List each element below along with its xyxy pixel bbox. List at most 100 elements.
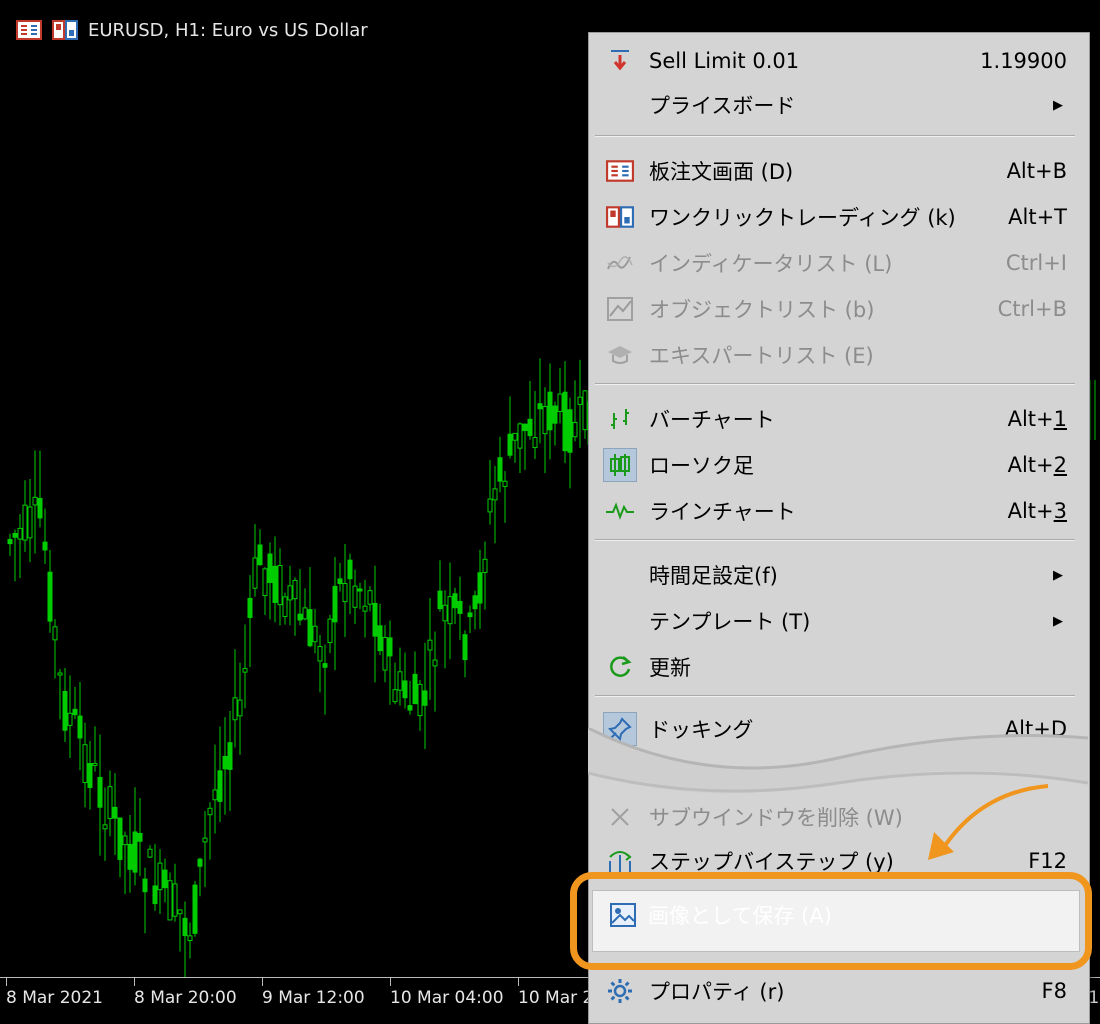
menu-separator: [595, 135, 1075, 137]
candle-body: [87, 763, 93, 789]
menu-item-price-board[interactable]: プライスボード ▶: [589, 85, 1089, 125]
candle-body: [77, 715, 83, 739]
candle-body: [577, 396, 583, 405]
menu-item-properties[interactable]: プロパティ (r) F8: [589, 971, 1089, 1011]
candle-body: [277, 565, 283, 606]
x-tick: [518, 978, 519, 986]
candle-body: [507, 433, 513, 456]
x-axis-label: 10 Mar 2: [518, 988, 594, 1008]
candle-body: [422, 690, 428, 706]
menu-item-label: ローソク足: [649, 454, 754, 478]
candle-body: [417, 683, 423, 717]
candle-body: [82, 744, 88, 784]
menu-separator: [595, 383, 1075, 385]
menu-item-order-book[interactable]: 板注文画面 (D) Alt+B: [589, 151, 1089, 191]
menu-item-indicator-list: インディケータリスト (L) Ctrl+I: [589, 243, 1089, 283]
candle-body: [212, 789, 218, 801]
menu-item-timeframe[interactable]: 時間足設定(f) ▶: [589, 555, 1089, 595]
candle-body: [237, 699, 243, 717]
menu-item-line-chart[interactable]: ラインチャート Alt+3: [589, 491, 1089, 531]
menu-item-one-click-trading[interactable]: ワンクリックトレーディング (k) Alt+T: [589, 197, 1089, 237]
candlestick-icon: [603, 448, 637, 482]
sell-limit-icon: [603, 44, 637, 78]
menu-separator: [595, 539, 1075, 541]
candle-body: [252, 557, 258, 589]
candle-body: [492, 488, 498, 501]
candle-body: [402, 680, 408, 699]
menu-item-shortcut: Ctrl+I: [1005, 251, 1067, 275]
menu-item-label: エキスパートリスト (E): [649, 344, 874, 368]
candle-body: [312, 625, 318, 643]
menu-item-shortcut: Alt+2: [1007, 453, 1067, 477]
candle-body: [182, 917, 188, 937]
candle-body: [487, 498, 493, 513]
menu-item-label: インディケータリスト (L): [649, 252, 893, 276]
candle-body: [372, 602, 378, 637]
candle-body: [407, 705, 413, 711]
menu-item-template[interactable]: テンプレート (T) ▶: [589, 601, 1089, 641]
bar-chart-icon: [603, 402, 637, 436]
candle-body: [132, 831, 138, 873]
candle-body: [367, 590, 373, 605]
order-book-icon: [603, 154, 637, 188]
candle-body: [412, 673, 418, 705]
candle-body: [317, 646, 323, 662]
candle-body: [127, 843, 133, 870]
candle-body: [102, 824, 108, 830]
candle-body: [462, 634, 468, 661]
menu-item-candlestick[interactable]: ローソク足 Alt+2: [589, 445, 1089, 485]
candle-body: [537, 403, 543, 410]
candle-body: [47, 571, 53, 622]
menu-item-label: 板注文画面 (D): [649, 160, 794, 184]
one-click-trading-icon[interactable]: [52, 19, 78, 41]
candle-body: [517, 423, 523, 449]
candle-body: [302, 607, 308, 620]
candle-body: [427, 639, 433, 651]
x-tick: [262, 978, 263, 986]
candle-body: [557, 393, 563, 412]
menu-item-sell-limit[interactable]: Sell Limit 0.01 1.19900: [589, 41, 1089, 81]
candle-body: [437, 590, 443, 610]
refresh-icon: [603, 650, 637, 684]
candle-body: [217, 770, 223, 802]
candle-body: [197, 858, 203, 867]
menu-item-bar-chart[interactable]: バーチャート Alt+1: [589, 399, 1089, 439]
candle-body: [37, 497, 43, 519]
menu-item-label: テンプレート (T): [649, 610, 811, 634]
candle-body: [347, 559, 353, 580]
candle-body: [52, 626, 58, 641]
menu-item-refresh[interactable]: 更新: [589, 647, 1089, 687]
submenu-arrow-icon: ▶: [1053, 97, 1063, 113]
menu-item-shortcut: 1.19900: [980, 49, 1067, 73]
candle-body: [572, 421, 578, 438]
x-axis-label: 8 Mar 2021: [6, 988, 103, 1008]
candle-body: [57, 672, 63, 676]
candle-body: [17, 527, 23, 540]
candle-body: [107, 786, 113, 819]
candle-body: [442, 604, 448, 622]
menu-item-shortcut: Alt+T: [1008, 205, 1067, 229]
candle-body: [472, 595, 478, 610]
candle-body: [352, 585, 358, 608]
candle-body: [322, 663, 328, 668]
candle-body: [532, 437, 538, 449]
menu-separator: [595, 695, 1075, 697]
candle-body: [512, 432, 518, 441]
x-tick: [390, 978, 391, 986]
candle-body: [32, 496, 38, 506]
candle-body: [497, 457, 503, 482]
candle-body: [522, 423, 528, 432]
candle-body: [192, 884, 198, 934]
candle-body: [72, 708, 78, 716]
candle-body: [387, 637, 393, 657]
menu-item-label: オブジェクトリスト (b): [649, 298, 875, 322]
menu-item-shortcut: Alt+3: [1007, 499, 1067, 523]
gear-icon: [603, 974, 637, 1008]
order-book-icon[interactable]: [16, 19, 42, 41]
candle-body: [337, 578, 343, 585]
candle-body: [392, 689, 398, 703]
chart-header: EURUSD, H1: Euro vs US Dollar: [16, 16, 368, 44]
candle-body: [232, 697, 238, 721]
candle-body: [327, 618, 333, 644]
candle-body: [172, 883, 178, 917]
